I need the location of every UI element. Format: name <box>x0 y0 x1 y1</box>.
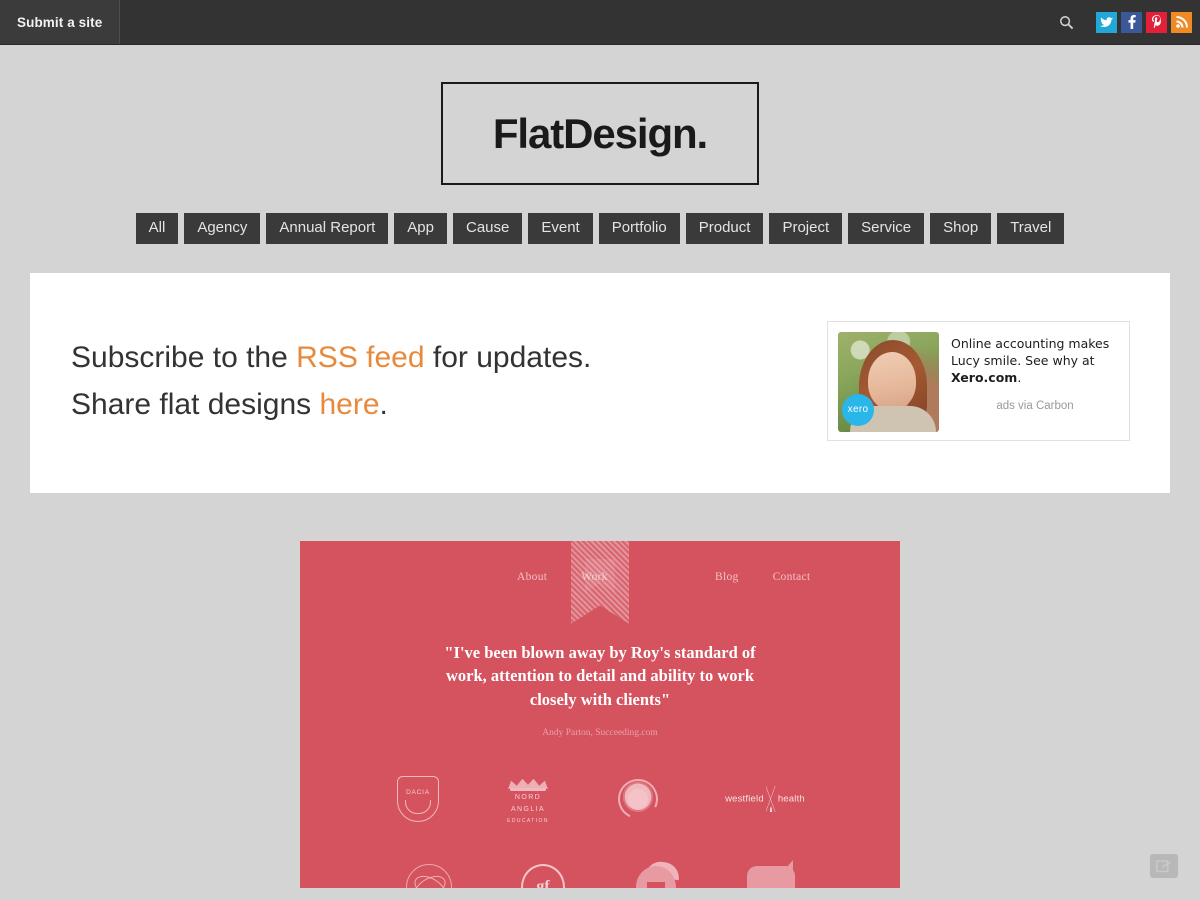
thumb-nav-about: About <box>517 570 548 583</box>
nav-item-shop[interactable]: Shop <box>930 213 992 244</box>
share-icon[interactable] <box>1150 854 1178 878</box>
pinterest-glyph <box>1151 15 1161 29</box>
carbon-ad[interactable]: xero Online accounting makes Lucy smile.… <box>827 320 1130 441</box>
westfield-word-a: westfield <box>725 793 764 805</box>
facebook-icon[interactable] <box>1121 11 1142 33</box>
client-logos-row-2: gf <box>300 859 900 888</box>
thumbnail-nav-left: About Work <box>381 570 607 583</box>
nav-item-service[interactable]: Service <box>848 213 925 244</box>
client-logos-row-1: DACIA NORD ANGLIA EDUCATION westfield hea… <box>300 771 900 827</box>
westfield-health-logo-icon: westfield health <box>717 771 813 827</box>
top-bar: Submit a site <box>0 0 1200 45</box>
twitter-icon[interactable] <box>1096 11 1117 33</box>
globe-emblem-shape <box>616 777 660 822</box>
westfield-blade-icon <box>765 786 776 813</box>
westfield-wordmark: westfield health <box>725 786 805 813</box>
nord-anglia-logo-icon: NORD ANGLIA EDUCATION <box>497 771 559 827</box>
share-glyph <box>1156 860 1171 873</box>
logo-text: FlatDesign. <box>492 109 708 157</box>
nav-item-event[interactable]: Event <box>528 213 593 244</box>
share-here-link[interactable]: here <box>319 388 379 421</box>
thumbnail-quote: "I've been blown away by Roy's standard … <box>444 642 756 709</box>
ad-copy-suffix: . <box>1017 369 1022 385</box>
site-gallery: About Work Blog Contact "I've been blown… <box>0 540 1200 888</box>
xero-logo-badge: xero <box>842 393 874 426</box>
pinterest-icon[interactable] <box>1146 11 1167 33</box>
ad-image[interactable]: xero <box>838 331 939 432</box>
social-links <box>1050 0 1200 44</box>
swirl-logo-icon <box>398 859 460 888</box>
intro-line2-suffix: . <box>379 388 388 422</box>
helmet-shape <box>632 859 682 888</box>
search-glyph <box>1059 15 1073 29</box>
facebook-glyph <box>1128 15 1136 29</box>
ribbon-logo-icon <box>571 540 629 624</box>
ads-via-carbon-link[interactable]: ads via Carbon <box>951 400 1119 412</box>
nord-line-1: NORD <box>514 793 542 801</box>
nav-item-app[interactable]: App <box>394 213 447 244</box>
thumbnail-nav: About Work Blog Contact <box>300 540 900 624</box>
thumb-nav-blog: Blog <box>715 570 739 583</box>
rss-feed-link[interactable]: RSS feed <box>296 341 424 374</box>
ribbon-inner-shape <box>585 558 615 593</box>
nord-line-2: ANGLIA <box>510 806 546 814</box>
nord-line-3: EDUCATION <box>507 817 549 824</box>
intro-line1-suffix: for updates. <box>424 340 592 374</box>
ad-copy-prefix: Online accounting makes Lucy smile. See … <box>951 335 1110 368</box>
nav-item-all[interactable]: All <box>135 213 179 244</box>
twitter-glyph <box>1100 16 1113 27</box>
ad-copy-link[interactable]: Xero.com <box>951 370 1017 385</box>
site-logo[interactable]: FlatDesign. <box>441 82 759 185</box>
westfield-word-b: health <box>777 793 805 805</box>
nord-anglia-stack: NORD ANGLIA EDUCATION <box>507 773 549 826</box>
helmet-face-opening <box>647 882 665 888</box>
search-icon[interactable] <box>1050 0 1082 45</box>
speech-bubble-logo-icon <box>740 859 802 888</box>
rss-icon[interactable] <box>1171 11 1192 33</box>
globe-emblem-logo-icon <box>607 771 669 827</box>
intro-line-1: Subscribe to the RSS feed for updates. <box>71 334 591 381</box>
ad-copy: Online accounting makes Lucy smile. See … <box>951 332 1119 387</box>
nav-item-cause[interactable]: Cause <box>452 213 523 244</box>
nav-item-project[interactable]: Project <box>769 213 843 244</box>
nav-item-agency[interactable]: Agency <box>184 213 261 244</box>
swirl-shape <box>406 864 452 888</box>
intro-text: Subscribe to the RSS feed for updates. S… <box>30 273 591 429</box>
thumb-nav-contact: Contact <box>772 570 811 583</box>
intro-line2-prefix: Share flat designs <box>71 388 320 422</box>
gf-logo-icon: gf <box>512 859 574 888</box>
nav-item-annual-report[interactable]: Annual Report <box>266 213 389 244</box>
intro-line1-prefix: Subscribe to the <box>71 340 297 374</box>
thumbnail-nav-right: Blog Contact <box>629 571 819 583</box>
ad-image-face <box>868 351 916 410</box>
gf-mark: gf <box>521 864 565 888</box>
nav-item-travel[interactable]: Travel <box>997 213 1065 244</box>
rss-glyph <box>1175 16 1188 28</box>
nav-item-portfolio[interactable]: Portfolio <box>598 213 680 244</box>
crown-icon <box>508 773 548 791</box>
submit-a-site-button[interactable]: Submit a site <box>0 0 121 44</box>
dacia-logo-icon: DACIA <box>387 771 449 827</box>
dacia-shape: DACIA <box>397 776 439 823</box>
logo-area: FlatDesign. <box>0 82 1200 185</box>
category-nav: All Agency Annual Report App Cause Event Portf… <box>0 213 1200 244</box>
speech-bubble-shape <box>747 860 795 888</box>
thumbnail-quote-author: Andy Parton, Succeeding.com <box>542 728 658 739</box>
helmet-logo-icon <box>626 859 688 888</box>
nav-item-product[interactable]: Product <box>685 213 764 244</box>
dacia-label: DACIA <box>406 788 430 796</box>
ad-text-block: Online accounting makes Lucy smile. See … <box>951 332 1119 430</box>
intro-line-2: Share flat designs here. <box>71 381 591 428</box>
site-thumbnail[interactable]: About Work Blog Contact "I've been blown… <box>300 540 900 888</box>
intro-panel: Subscribe to the RSS feed for updates. S… <box>30 272 1170 493</box>
